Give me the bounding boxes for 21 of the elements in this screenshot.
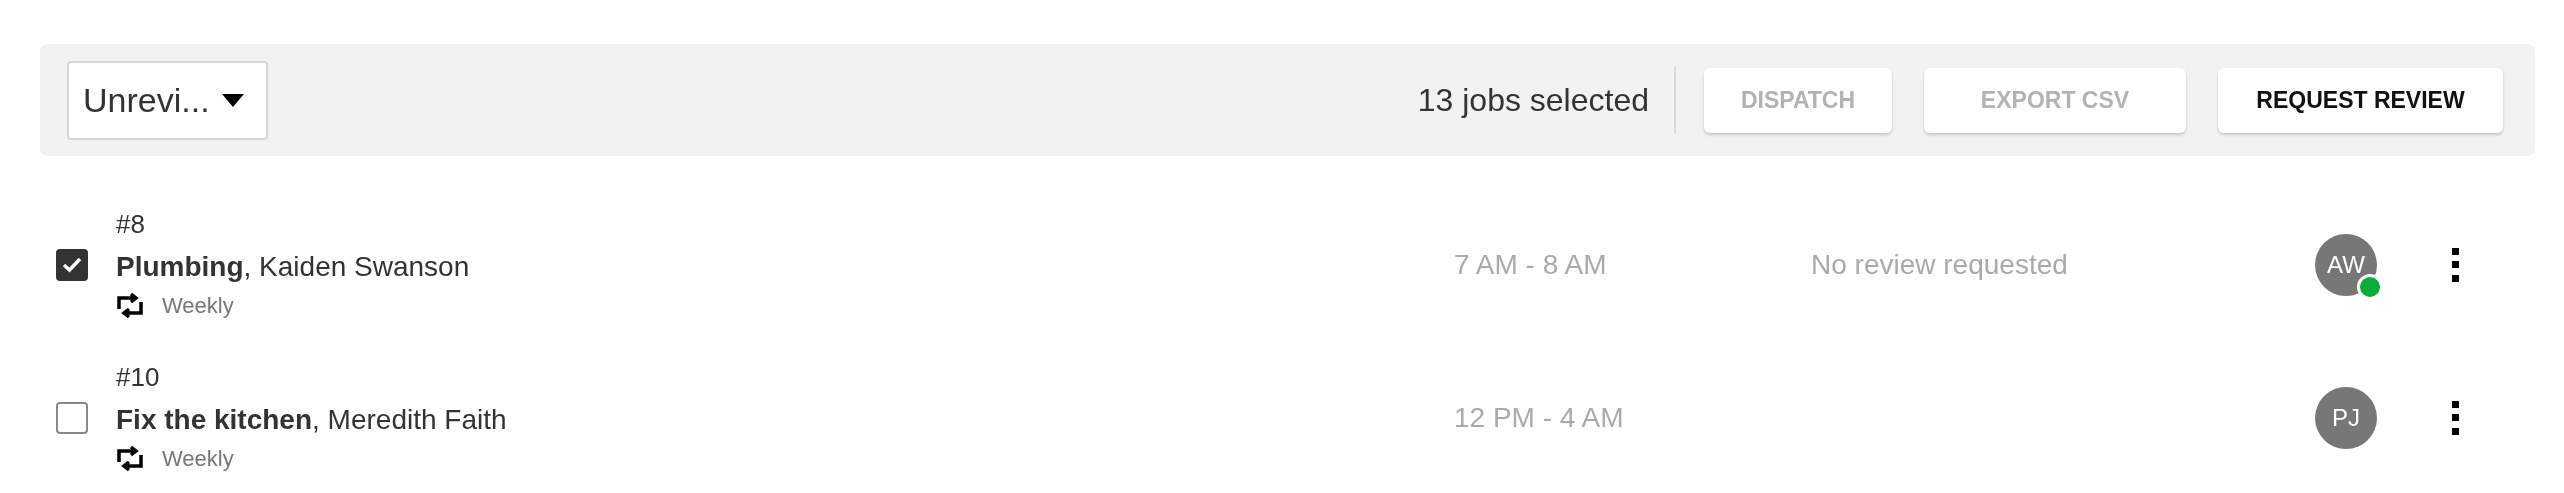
time-range: 7 AM - 8 AM	[1454, 248, 1607, 280]
more-icon[interactable]	[2449, 247, 2461, 282]
check-icon	[62, 256, 82, 273]
action-button[interactable]: REQUEST REVIEW	[2218, 67, 2503, 133]
filter-dropdown[interactable]: Unrevi...	[67, 60, 268, 140]
time-range: 12 PM - 4 AM	[1454, 401, 1624, 433]
job-title: Fix the kitchen, Meredith Faith	[116, 403, 507, 437]
repeat-icon	[116, 292, 144, 319]
avatar: PJ	[2315, 386, 2377, 449]
caret-icon	[222, 93, 244, 107]
recurrence-label: Weekly	[162, 292, 234, 320]
repeat-icon	[116, 445, 144, 472]
recurrence-label: Weekly	[162, 445, 234, 473]
checkbox[interactable]	[56, 248, 88, 281]
more-icon[interactable]	[2449, 400, 2461, 435]
job-title: Plumbing, Kaiden Swanson	[116, 250, 470, 284]
checkbox[interactable]	[56, 401, 88, 434]
job-number: #10	[116, 361, 160, 394]
review-status: No review requested	[1811, 248, 2068, 280]
selection-count: 13 jobs selected	[1417, 81, 1649, 120]
job-number: #8	[116, 208, 145, 241]
